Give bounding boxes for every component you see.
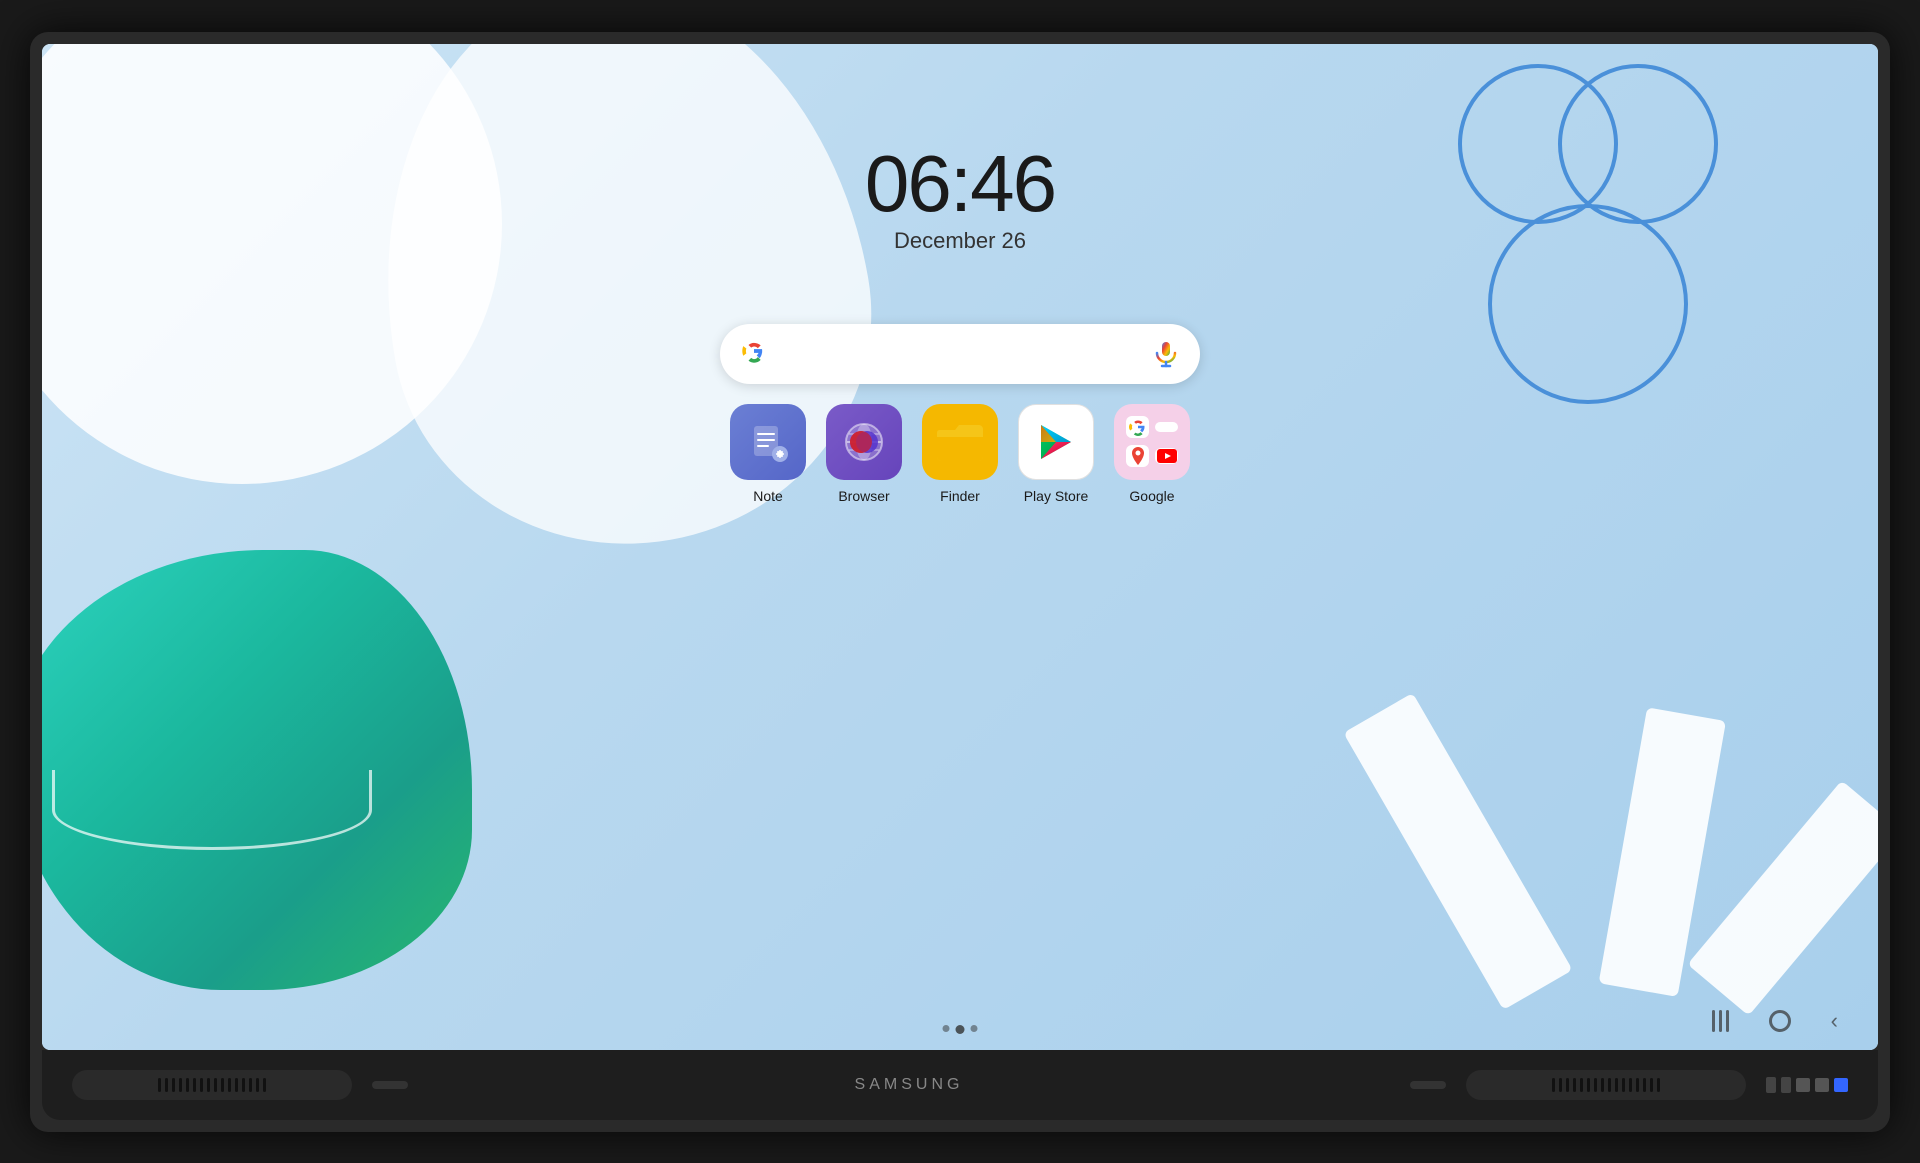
samsung-logo: SAMSUNG (855, 1076, 964, 1094)
port-4 (1815, 1078, 1829, 1092)
search-input[interactable] (772, 324, 1148, 384)
screen: 06:46 December 26 (42, 44, 1878, 1050)
google-logo (736, 333, 772, 374)
playstore-app-icon[interactable] (1018, 404, 1094, 480)
port-3 (1796, 1078, 1810, 1092)
speaker-grille-left (158, 1078, 266, 1092)
mic-icon (1152, 340, 1180, 368)
port-2 (1781, 1077, 1791, 1093)
wallpaper-arrows (1358, 610, 1778, 990)
wallpaper-circle-outline-2 (1558, 64, 1718, 224)
note-app-icon[interactable] (730, 404, 806, 480)
finder-app-icon[interactable] (922, 404, 998, 480)
wallpaper-circle-outline-3 (1488, 204, 1688, 404)
mic-button[interactable] (1148, 336, 1184, 372)
google-folder-g-icon (1126, 416, 1149, 438)
finder-icon-svg (933, 417, 987, 467)
page-dot-3 (971, 1025, 978, 1032)
wallpaper-arrow-1 (1343, 692, 1572, 1009)
nav-line-1 (1712, 1010, 1715, 1032)
speaker-left (72, 1070, 352, 1100)
google-app-label: Google (1129, 488, 1174, 504)
nav-line-2 (1719, 1010, 1722, 1032)
back-button[interactable]: ‹ (1831, 1008, 1838, 1034)
ports-area (1766, 1077, 1848, 1093)
bottom-bezel: SAMSUNG (42, 1050, 1878, 1120)
google-folder-maps-icon (1126, 445, 1149, 467)
recent-apps-button[interactable] (1712, 1010, 1729, 1032)
browser-app-label: Browser (838, 488, 889, 504)
speaker-right (1466, 1070, 1746, 1100)
app-item-playstore[interactable]: Play Store (1018, 404, 1094, 504)
note-icon-svg (746, 420, 790, 464)
page-dot-2 (956, 1025, 965, 1034)
brand-area: SAMSUNG (855, 1076, 964, 1094)
speaker-grille-right (1552, 1078, 1660, 1092)
playstore-icon-svg (1033, 419, 1079, 465)
finder-app-label: Finder (940, 488, 980, 504)
note-app-label: Note (753, 488, 783, 504)
clock-section: 06:46 December 26 (865, 144, 1055, 254)
app-item-finder[interactable]: Finder (922, 404, 998, 504)
port-usb-blue (1834, 1078, 1848, 1092)
tv-frame: 06:46 December 26 (30, 32, 1890, 1132)
playstore-app-label: Play Store (1024, 488, 1089, 504)
port-1 (1766, 1077, 1776, 1093)
clock-date: December 26 (865, 228, 1055, 254)
app-item-google[interactable]: Google (1114, 404, 1190, 504)
browser-icon-svg (839, 417, 889, 467)
page-dot-1 (943, 1025, 950, 1032)
page-indicator (943, 1025, 978, 1034)
app-item-note[interactable]: Note (730, 404, 806, 504)
wallpaper-blob-teal (42, 550, 472, 990)
clock-time: 06:46 (865, 144, 1055, 224)
google-app-icon[interactable] (1114, 404, 1190, 480)
app-icons-row: Note Browser (730, 404, 1190, 504)
google-folder-colors-icon (1155, 422, 1178, 432)
home-button[interactable] (1769, 1010, 1791, 1032)
browser-app-icon[interactable] (826, 404, 902, 480)
wallpaper-circles-container (1458, 64, 1718, 404)
search-bar-container[interactable] (720, 324, 1200, 384)
bottom-button-left[interactable] (372, 1081, 408, 1089)
search-bar[interactable] (720, 324, 1200, 384)
nav-line-3 (1726, 1010, 1729, 1032)
google-folder-youtube-icon (1155, 448, 1178, 464)
screen-nav-right: ‹ (1712, 1008, 1838, 1034)
wallpaper-curve-line (52, 770, 372, 850)
bottom-button-right[interactable] (1410, 1081, 1446, 1089)
app-item-browser[interactable]: Browser (826, 404, 902, 504)
